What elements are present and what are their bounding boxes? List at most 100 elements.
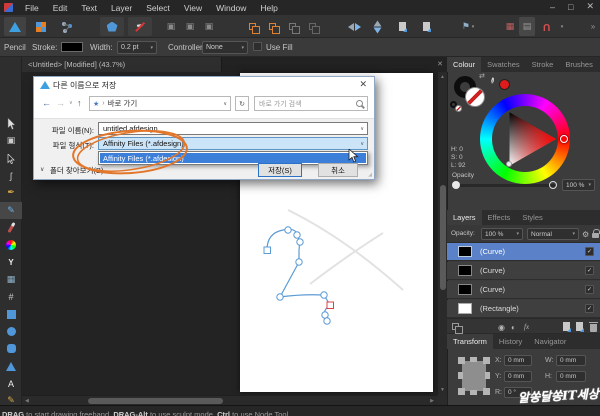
move-to-front-button[interactable] <box>283 17 301 36</box>
scroll-down-icon[interactable]: ▼ <box>440 387 445 393</box>
rounded-rectangle-tool[interactable] <box>0 340 22 357</box>
flip-vertical-button[interactable] <box>369 16 388 38</box>
dialog-close-icon[interactable]: ✕ <box>359 79 367 90</box>
new-layer-icon[interactable] <box>563 322 571 332</box>
hue-wheel[interactable] <box>480 94 570 184</box>
search-box[interactable]: 바로 가기 검색 <box>254 96 368 111</box>
save-button[interactable]: 저장(S) <box>258 163 302 177</box>
edit-in-pixel-button[interactable]: ✒ <box>128 17 152 36</box>
tab-layers[interactable]: Layers <box>447 210 482 225</box>
artboard-tool[interactable]: ▣ <box>0 132 22 149</box>
flip-horizontal-button[interactable] <box>343 17 365 36</box>
move-backward-button[interactable] <box>263 17 281 36</box>
close-button[interactable]: ✕ <box>586 1 594 12</box>
rectangle-tool[interactable] <box>0 306 22 323</box>
menu-help[interactable]: Help <box>260 3 277 13</box>
file-name-input[interactable]: untitled.afdesign ∨ <box>98 122 368 135</box>
pencil-tool-selected[interactable]: ✎ <box>0 202 22 219</box>
grid-toggle-button[interactable]: ▦ <box>502 17 518 36</box>
browse-folders-chevron-icon[interactable]: ∨ <box>40 166 44 173</box>
path-start-node[interactable] <box>263 246 271 254</box>
stroke-color-swatch[interactable] <box>61 42 83 52</box>
layer-row-curve-1[interactable]: (Curve) ✓ <box>447 243 600 261</box>
menu-layer[interactable]: Layer <box>111 3 132 13</box>
tab-brushes[interactable]: Brushes <box>559 57 599 72</box>
layer-visibility-checkbox[interactable]: ✓ <box>585 266 594 275</box>
controller-select[interactable]: None ▾ <box>202 41 248 54</box>
scroll-up-icon[interactable]: ▲ <box>440 74 445 80</box>
h-input[interactable]: 0 mm <box>556 371 586 382</box>
file-type-select[interactable]: Affinity Files (*.afdesign) ∨ <box>98 137 368 150</box>
pen-tool[interactable]: ✒ <box>0 184 22 201</box>
anchor-point-selector[interactable] <box>455 352 493 400</box>
tab-colour[interactable]: Colour <box>447 57 482 72</box>
stroke-width-input[interactable]: 0.2 pt ▾ <box>117 41 157 54</box>
corner-tool[interactable]: ʃ <box>0 167 22 184</box>
menu-view[interactable]: View <box>184 3 202 13</box>
edit-all-layers-button[interactable] <box>452 323 463 334</box>
scroll-right-icon[interactable]: ▶ <box>430 398 434 404</box>
delete-layer-icon[interactable] <box>589 321 598 332</box>
shape-tool[interactable] <box>0 358 22 375</box>
resize-grip-icon[interactable]: ◢ <box>368 172 372 178</box>
rotate-cw-button[interactable] <box>415 17 437 36</box>
cancel-button[interactable]: 취소 <box>318 163 358 177</box>
tab-effects[interactable]: Effects <box>482 210 517 225</box>
y-input[interactable]: 0 mm <box>504 371 532 382</box>
vertical-scroll-thumb[interactable] <box>440 185 446 290</box>
layer-visibility-checkbox[interactable]: ✓ <box>585 304 594 313</box>
opacity-slider-end-ring[interactable] <box>549 181 557 189</box>
menu-text[interactable]: Text <box>81 3 97 13</box>
refresh-button[interactable]: ↻ <box>235 96 249 111</box>
tab-navigator[interactable]: Navigator <box>528 334 572 349</box>
node-tool[interactable] <box>0 150 22 167</box>
opacity-slider-knob[interactable] <box>452 181 460 189</box>
address-chevron-icon[interactable]: ∨ <box>220 101 230 107</box>
scroll-left-icon[interactable]: ◀ <box>25 398 29 404</box>
history-chevron-icon[interactable]: ∨ <box>69 100 73 106</box>
insert-behind-button[interactable]: ▣ <box>200 17 218 36</box>
tab-history[interactable]: History <box>493 334 528 349</box>
saturation-lightness-triangle[interactable] <box>480 94 570 184</box>
layer-row-rectangle[interactable]: (Rectangle) ✓ <box>447 300 600 318</box>
place-image-tool[interactable]: ▦ <box>0 271 22 288</box>
up-icon[interactable]: ↑ <box>77 98 82 108</box>
layer-row-curve-3[interactable]: (Curve) ✓ <box>447 281 600 299</box>
move-forward-button[interactable] <box>243 17 261 36</box>
menu-select[interactable]: Select <box>146 3 170 13</box>
path-selected-node[interactable] <box>326 301 334 309</box>
forward-icon[interactable]: → <box>56 98 65 108</box>
pixel-persona-button[interactable] <box>30 17 52 36</box>
layer-effects-icon[interactable]: fx <box>524 323 529 331</box>
brush-tool[interactable] <box>0 219 22 236</box>
move-to-back-button[interactable] <box>303 17 321 36</box>
sl-selector-dot[interactable] <box>506 161 512 167</box>
tab-transform[interactable]: Transform <box>447 334 493 349</box>
file-type-option[interactable]: Affinity Files (*.afdesign) <box>100 153 366 163</box>
layer-visibility-checkbox[interactable]: ✓ <box>585 247 594 256</box>
minimize-button[interactable]: – <box>550 2 555 12</box>
alignment-button[interactable]: ⚑ ▾ <box>455 17 481 36</box>
snapping-options-button[interactable]: ▾ <box>557 17 567 36</box>
tab-stroke[interactable]: Stroke <box>526 57 560 72</box>
maximize-button[interactable]: □ <box>568 2 573 12</box>
menu-file[interactable]: File <box>25 3 39 13</box>
tab-swatches[interactable]: Swatches <box>481 57 526 72</box>
layers-opacity-input[interactable]: 100 % ▾ <box>481 228 523 240</box>
w-input[interactable]: 0 mm <box>556 355 586 366</box>
use-fill-checkbox[interactable] <box>253 42 262 51</box>
fill-tool[interactable]: Y <box>0 254 22 271</box>
crop-tool[interactable]: # <box>0 288 22 305</box>
picked-colour-swatch[interactable] <box>499 79 510 90</box>
designer-persona-button[interactable] <box>4 17 26 36</box>
x-input[interactable]: 0 mm <box>504 355 532 366</box>
opacity-value-input[interactable]: 100 % ▾ <box>562 179 595 191</box>
opacity-slider-track[interactable] <box>455 184 555 187</box>
snapping-button[interactable]: U <box>538 17 556 36</box>
guides-toggle-button[interactable]: ▤ <box>519 17 535 36</box>
insert-on-top-button[interactable]: ▣ <box>181 17 199 36</box>
move-tool[interactable] <box>0 115 22 132</box>
lock-icon[interactable] <box>592 229 600 238</box>
horizontal-scroll-thumb[interactable] <box>88 398 223 404</box>
horizontal-scrollbar[interactable]: ◀ ▶ <box>22 395 437 405</box>
